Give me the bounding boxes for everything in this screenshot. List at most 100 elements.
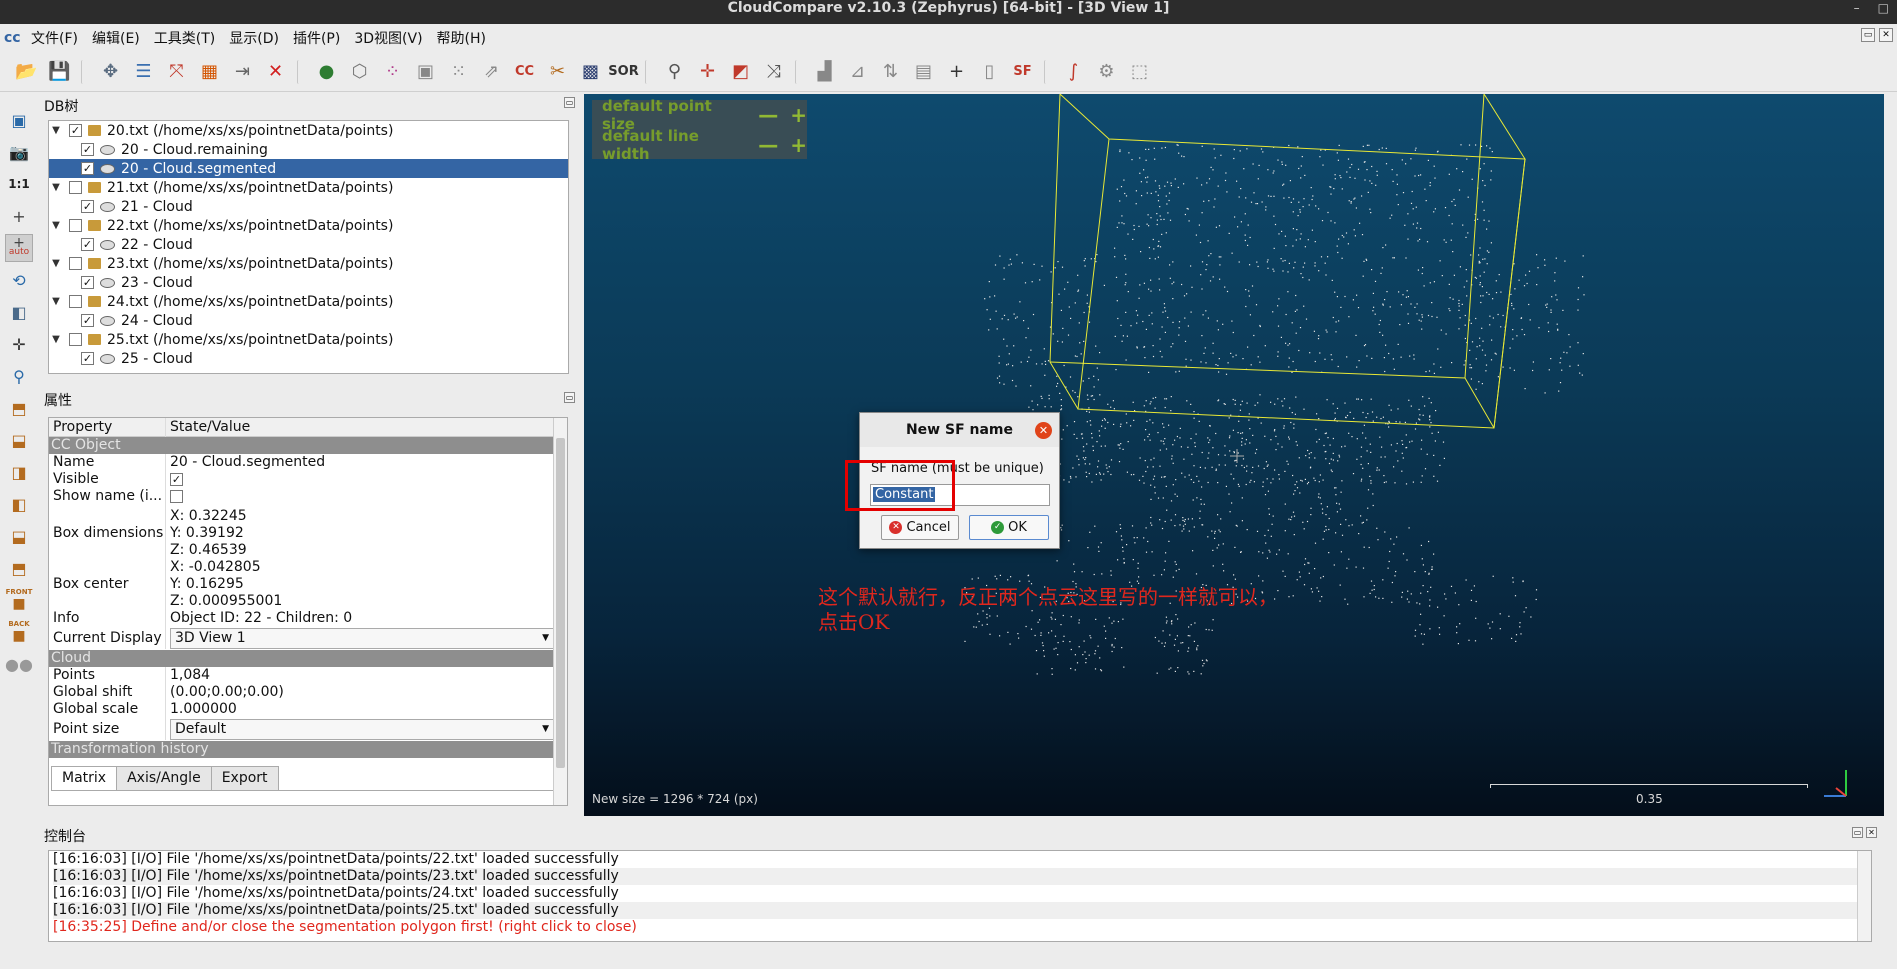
gradient-icon[interactable]: ⊿	[843, 57, 872, 86]
visibility-checkbox[interactable]	[69, 257, 82, 270]
tree-item-cloud[interactable]: ✓ 22 - Cloud	[49, 235, 568, 254]
view-bottom-icon[interactable]: ⬓	[5, 522, 33, 550]
auto-pick-center-button[interactable]: + auto	[5, 234, 33, 262]
float-button[interactable]: ▭	[564, 97, 575, 108]
minimize-button[interactable]: –	[1854, 0, 1860, 16]
open-icon[interactable]: 📂	[12, 57, 41, 86]
menu-display[interactable]: 显示(D)	[222, 28, 286, 48]
align-icon[interactable]: ⇗	[477, 57, 506, 86]
menu-plugins[interactable]: 插件(P)	[286, 28, 347, 48]
pick-icon[interactable]: ⚲	[660, 57, 689, 86]
menu-3dview[interactable]: 3D视图(V)	[347, 28, 429, 48]
visibility-checkbox[interactable]: ✓	[81, 314, 94, 327]
menu-help[interactable]: 帮助(H)	[430, 28, 493, 48]
view-iso-icon[interactable]: ⬒	[5, 554, 33, 582]
view-top-icon[interactable]: ⬒	[5, 394, 33, 422]
ok-button[interactable]: ✓ OK	[969, 515, 1049, 540]
scalar-field-icon[interactable]: SF	[1008, 57, 1037, 86]
merge-icon[interactable]: ⇥	[228, 57, 257, 86]
segment-icon[interactable]: ✂	[543, 57, 572, 86]
float-button[interactable]: ▭	[1852, 827, 1863, 838]
tree-item-cloud[interactable]: ✓ 23 - Cloud	[49, 273, 568, 292]
expand-icon[interactable]: ▼	[49, 334, 63, 345]
view-front-iso-button[interactable]: FRONT ■	[5, 586, 33, 614]
visibility-checkbox[interactable]: ✓	[81, 276, 94, 289]
tree-item-file[interactable]: ▼ 22.txt (/home/xs/xs/pointnetData/points…	[49, 216, 568, 235]
remove-sf-icon[interactable]: ▯	[975, 57, 1004, 86]
visibility-checkbox[interactable]	[69, 295, 82, 308]
mdi-restore-button[interactable]: ▭	[1861, 28, 1875, 42]
console-scrollbar[interactable]	[1857, 851, 1871, 941]
expand-icon[interactable]: ▼	[49, 125, 63, 136]
point-size-decrease-button[interactable]: —	[758, 103, 778, 127]
minmax-icon[interactable]: ⇅	[876, 57, 905, 86]
tab-matrix[interactable]: Matrix	[51, 766, 118, 790]
expand-icon[interactable]: ▼	[49, 296, 63, 307]
point-size-select[interactable]: Default ▼	[170, 719, 556, 740]
crop-icon[interactable]: ⤨	[759, 57, 788, 86]
sf-arithmetic-icon[interactable]: ∫	[1059, 57, 1088, 86]
sample-points-icon[interactable]: ●	[312, 57, 341, 86]
visibility-checkbox[interactable]: ✓	[81, 200, 94, 213]
expand-icon[interactable]: ▼	[49, 258, 63, 269]
tree-item-file[interactable]: ▼ 23.txt (/home/xs/xs/pointnetData/points…	[49, 254, 568, 273]
view-front-icon[interactable]: ⬓	[5, 426, 33, 454]
tree-item-file[interactable]: ▼ ✓ 20.txt (/home/xs/xs/pointnetData/point…	[49, 121, 568, 140]
color-scale-icon[interactable]: ▦	[195, 57, 224, 86]
menu-tools[interactable]: 工具类(T)	[147, 28, 222, 48]
zoom-icon[interactable]: ⚲	[5, 362, 33, 390]
tree-item-file[interactable]: ▼ 25.txt (/home/xs/xs/pointnetData/points…	[49, 330, 568, 349]
tree-item-cloud-selected[interactable]: ✓ 20 - Cloud.segmented	[49, 159, 568, 178]
list-icon[interactable]: ☰	[129, 57, 158, 86]
point-picking-icon[interactable]: ✥	[96, 57, 125, 86]
tree-item-cloud[interactable]: ✓ 24 - Cloud	[49, 311, 568, 330]
zoom-1to1-button[interactable]: 1:1	[5, 170, 33, 198]
cc-compute-icon[interactable]: CC	[510, 57, 539, 86]
visibility-checkbox[interactable]: ✓	[81, 238, 94, 251]
transform-icon[interactable]: ✛	[693, 57, 722, 86]
subsample-icon[interactable]: ⁘	[378, 57, 407, 86]
show-name-checkbox[interactable]	[170, 490, 183, 503]
mdi-close-button[interactable]: ✕	[1879, 28, 1893, 42]
scrollbar-thumb[interactable]	[556, 438, 565, 768]
tree-item-file[interactable]: ▼ 24.txt (/home/xs/xs/pointnetData/points…	[49, 292, 568, 311]
visibility-checkbox[interactable]	[69, 219, 82, 232]
sf-list-icon[interactable]: ▤	[909, 57, 938, 86]
menu-file[interactable]: 文件(F)	[24, 28, 85, 48]
prop-value[interactable]: 20 - Cloud.segmented	[165, 454, 567, 471]
visible-checkbox[interactable]: ✓	[170, 473, 183, 486]
tree-item-cloud[interactable]: ✓ 20 - Cloud.remaining	[49, 140, 568, 159]
point-size-increase-button[interactable]: +	[790, 103, 807, 127]
close-icon[interactable]: ✕	[1035, 422, 1052, 439]
tree-item-cloud[interactable]: ✓ 21 - Cloud	[49, 197, 568, 216]
visibility-checkbox[interactable]: ✓	[81, 162, 94, 175]
delete-icon[interactable]: ✕	[261, 57, 290, 86]
sf-filter-icon[interactable]: ⬚	[1125, 57, 1154, 86]
add-sf-icon[interactable]: +	[942, 57, 971, 86]
translate-rotate-icon[interactable]: ⤧	[162, 57, 191, 86]
view-back-iso-button[interactable]: BACK ■	[5, 618, 33, 646]
checkerboard-icon[interactable]: ▩	[576, 57, 605, 86]
visibility-checkbox[interactable]: ✓	[69, 124, 82, 137]
sf-gradient-icon[interactable]: ⚙	[1092, 57, 1121, 86]
cancel-button[interactable]: ✕ Cancel	[881, 515, 959, 540]
rotate-view-icon[interactable]: ⟲	[5, 266, 33, 294]
registration-icon[interactable]: ⁙	[444, 57, 473, 86]
visibility-checkbox[interactable]: ✓	[81, 143, 94, 156]
expand-icon[interactable]: ▼	[49, 220, 63, 231]
view-right-icon[interactable]: ◧	[5, 490, 33, 518]
tab-export[interactable]: Export	[210, 766, 279, 790]
expand-icon[interactable]: ▼	[49, 182, 63, 193]
center-icon[interactable]: +	[5, 202, 33, 230]
menu-edit[interactable]: 编辑(E)	[85, 28, 147, 48]
view-left-icon[interactable]: ◨	[5, 458, 33, 486]
screenshot-icon[interactable]: ▣	[5, 106, 33, 134]
current-display-select[interactable]: 3D View 1 ▼	[170, 628, 556, 649]
visibility-checkbox[interactable]	[69, 181, 82, 194]
line-width-increase-button[interactable]: +	[790, 133, 807, 157]
octree-icon[interactable]: ▣	[411, 57, 440, 86]
properties-scrollbar[interactable]	[553, 418, 567, 805]
visibility-checkbox[interactable]: ✓	[81, 352, 94, 365]
float-button[interactable]: ▭	[564, 392, 575, 403]
maximize-button[interactable]: □	[1878, 0, 1889, 16]
